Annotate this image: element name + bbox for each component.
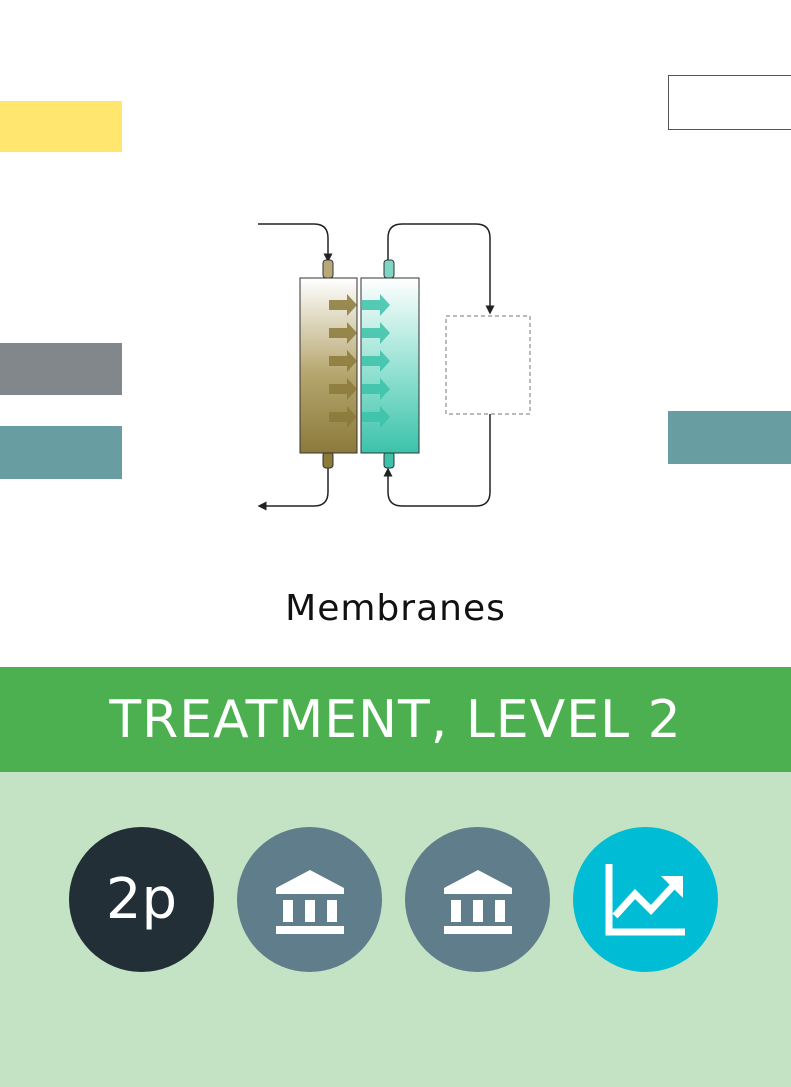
membrane-diagram xyxy=(257,223,531,511)
trending-up-chart-icon xyxy=(573,827,718,972)
outline-edge-tab xyxy=(668,75,791,130)
government-building-icon xyxy=(405,827,550,972)
teal-edge-tab-left xyxy=(0,426,122,479)
government-building-icon xyxy=(237,827,382,972)
cost-label: 2p xyxy=(105,867,178,932)
cost-badge: 2p xyxy=(69,827,214,972)
gray-edge-tab xyxy=(0,343,122,395)
category-banner: TREATMENT, LEVEL 2 xyxy=(0,667,791,772)
yellow-edge-tab xyxy=(0,101,122,152)
teal-edge-tab-right xyxy=(668,411,791,464)
category-title: TREATMENT, LEVEL 2 xyxy=(109,689,682,750)
card-name: Membranes xyxy=(285,588,506,629)
